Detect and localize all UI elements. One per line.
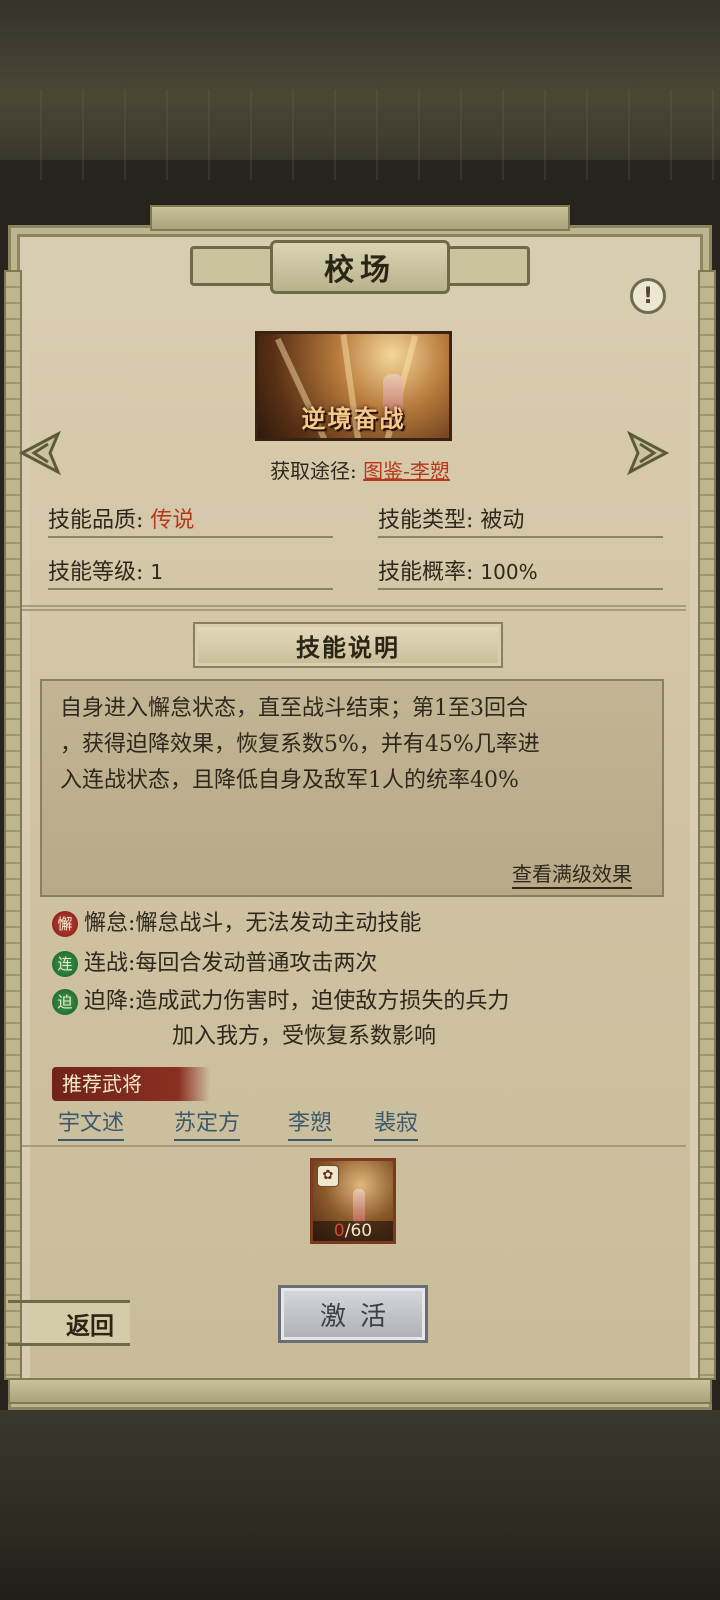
frame-right [698, 270, 716, 1380]
full-level-effect-link[interactable]: 查看满级效果 [512, 858, 632, 889]
section-divider [22, 605, 686, 611]
skill-quality: 技能品质: 传说 [48, 502, 333, 538]
section-divider [22, 1145, 686, 1147]
description-line-3: 入连战状态，且降低自身及敌军1人的统率40% [60, 768, 519, 793]
recommend-hero-2[interactable]: 苏定方 [174, 1105, 241, 1141]
combo-status-icon: 连 [52, 951, 78, 977]
type-label: 技能类型: [378, 508, 474, 533]
fragment-count: 0/60 [313, 1221, 393, 1241]
effect-row: 懈懈怠:懈怠战斗，无法发动主动技能 [52, 907, 421, 941]
fragment-required: /60 [344, 1221, 373, 1241]
chance-value: 100% [480, 560, 538, 584]
background-pattern [0, 90, 720, 180]
skill-fragment-item[interactable]: ✿ 0/60 [310, 1158, 396, 1244]
slack-status-icon: 懈 [52, 911, 78, 937]
source-label: 获取途径: [270, 459, 357, 483]
effect-text: 加入我方，受恢复系数影响 [172, 1024, 437, 1049]
source-line: 获取途径: 图鉴-李愬 [0, 455, 720, 484]
recommend-label: 推荐武将 [52, 1067, 210, 1101]
title-plaque: 校场 [270, 240, 450, 294]
activate-button[interactable]: 激活 [278, 1285, 428, 1343]
frame-bottom-bar [8, 1378, 712, 1404]
title-ornament-left [190, 246, 280, 286]
surrender-status-icon: 迫 [52, 989, 78, 1015]
title-ornament-right [440, 246, 530, 286]
description-header: 技能说明 [193, 622, 503, 668]
level-value: 1 [150, 560, 164, 584]
effect-label: 连战: [84, 951, 136, 976]
frame-top-bar [150, 205, 570, 231]
info-button[interactable]: ! [630, 278, 666, 314]
fragment-owned: 0 [333, 1221, 345, 1241]
skill-type: 技能类型: 被动 [378, 502, 663, 538]
effect-row: 连连战:每回合发动普通攻击两次 [52, 947, 377, 981]
skill-card-name: 逆境奋战 [301, 404, 406, 433]
bottle-image [353, 1189, 365, 1225]
page-title: 校场 [324, 253, 396, 288]
skill-card: 逆境奋战 [255, 331, 452, 441]
quality-label: 技能品质: [48, 508, 144, 533]
recommend-hero-1[interactable]: 宇文述 [58, 1105, 125, 1141]
effect-row: 迫迫降:造成武力伤害时，迫使敌方损失的兵力 [52, 985, 509, 1019]
effect-text: 每回合发动普通攻击两次 [135, 951, 378, 976]
effect-row-continued: 加入我方，受恢复系数影响 [52, 1020, 436, 1054]
skill-chance: 技能概率: 100% [378, 554, 663, 590]
source-link[interactable]: 图鉴-李愬 [363, 459, 450, 483]
effect-label: 懈怠: [84, 911, 136, 936]
description-line-1: 自身进入懈怠状态，直至战斗结束；第1至3回合 [60, 696, 528, 721]
back-label: 返回 [66, 1310, 114, 1340]
type-value: 被动 [480, 508, 525, 533]
quality-value: 传说 [150, 508, 195, 533]
effect-text: 懈怠战斗，无法发动主动技能 [135, 911, 422, 936]
description-line-2: ，获得迫降效果，恢复系数5%，并有45%几率进 [60, 732, 540, 757]
recommend-hero-4[interactable]: 裴寂 [374, 1105, 419, 1141]
background-bottom [0, 1410, 720, 1600]
skill-level: 技能等级: 1 [48, 554, 333, 590]
chance-label: 技能概率: [378, 560, 474, 585]
level-label: 技能等级: [48, 560, 144, 585]
effect-label: 迫降: [84, 989, 136, 1014]
back-button[interactable]: 返回 [8, 1300, 130, 1346]
recommend-hero-3[interactable]: 李愬 [288, 1105, 333, 1141]
effect-text: 造成武力伤害时，迫使敌方损失的兵力 [135, 989, 510, 1014]
description-box: 自身进入懈怠状态，直至战斗结束；第1至3回合 ，获得迫降效果，恢复系数5%，并有… [40, 679, 664, 897]
puzzle-piece-icon: ✿ [317, 1165, 339, 1187]
